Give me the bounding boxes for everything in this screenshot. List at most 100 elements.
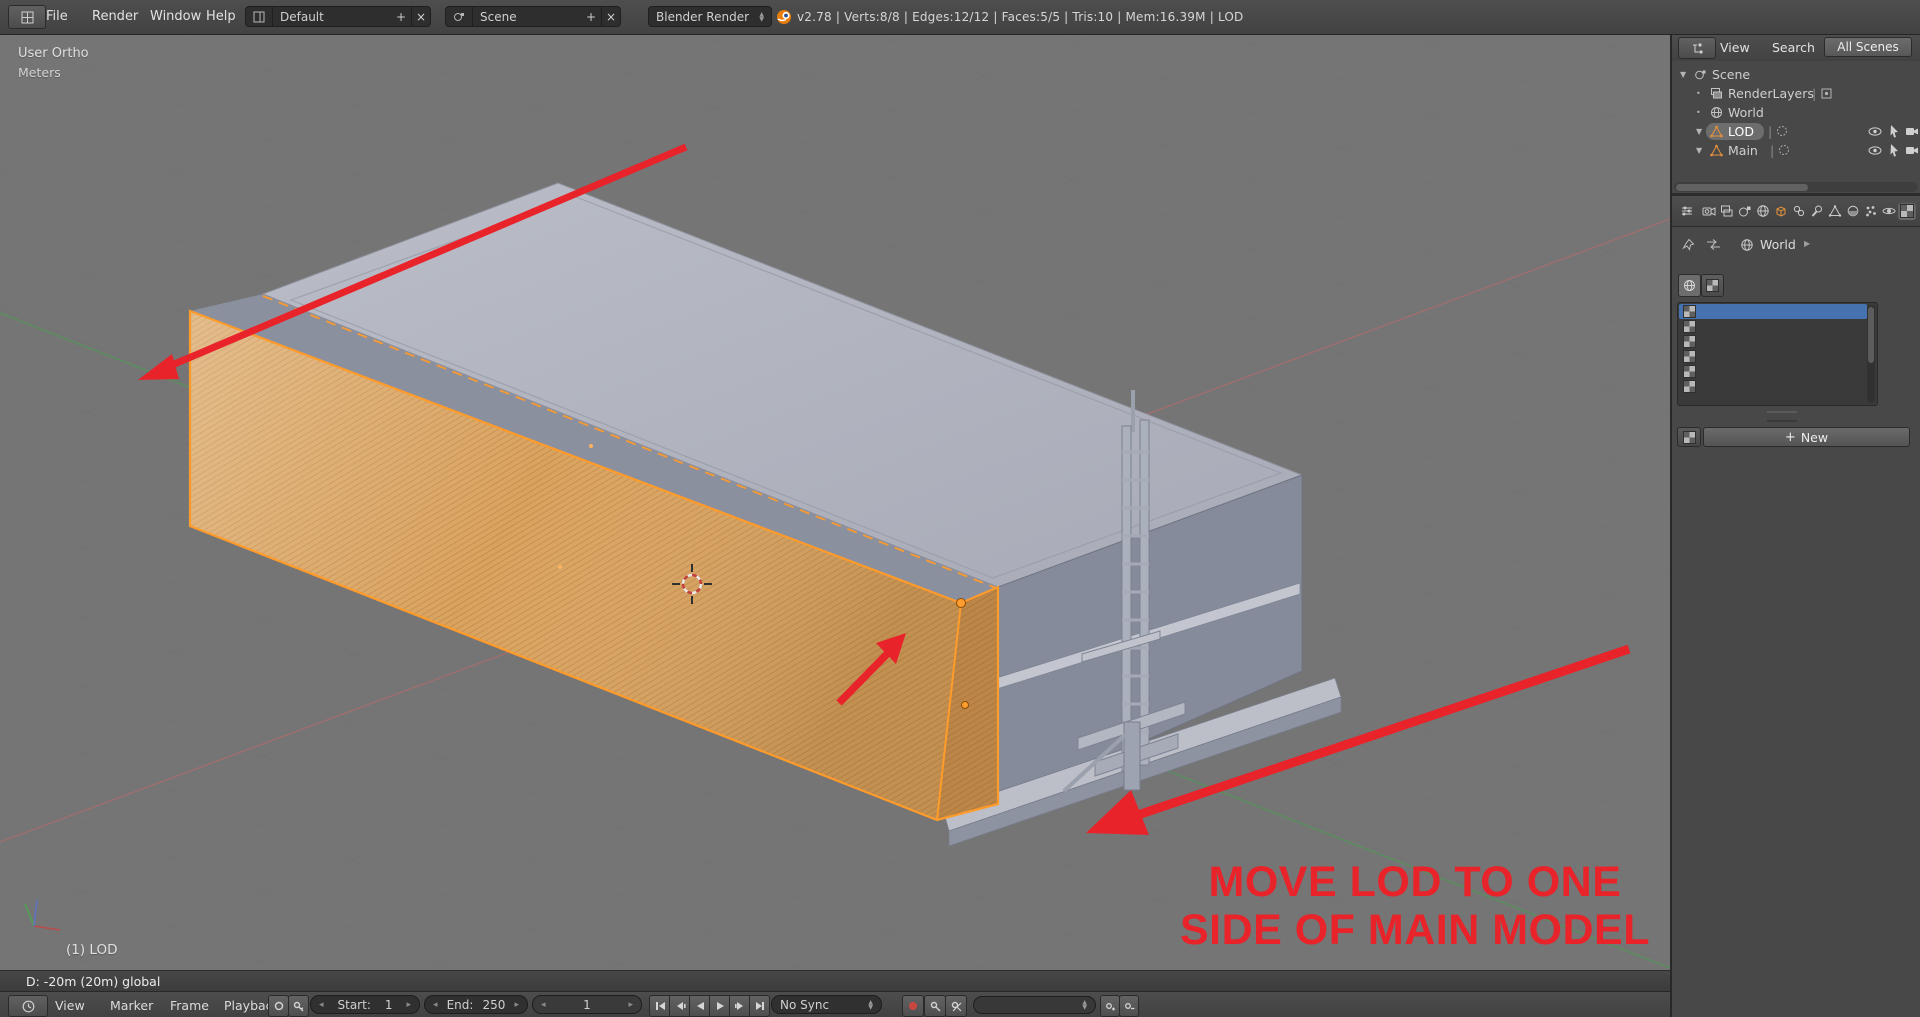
texture-slot-row[interactable] [1679,319,1867,334]
outliner-row-world[interactable]: • World [1672,103,1920,122]
outliner-menu-view[interactable]: View [1720,40,1750,55]
timeline-header: View Marker Frame Playback ◂ Start: 1 ▸ … [0,991,1670,1017]
viewport-canvas[interactable] [0,34,1670,970]
outliner-menu-search[interactable]: Search [1772,40,1815,55]
texture-slot-row-selected[interactable] [1679,304,1867,319]
tab-physics-icon[interactable] [1880,202,1898,220]
outliner-row-renderlayers[interactable]: • RenderLayers | [1672,84,1920,103]
tab-world-icon[interactable] [1754,202,1772,220]
object-origin-dot [956,598,966,608]
outliner-row-lod[interactable]: ▼ LOD | [1672,122,1920,141]
delete-keyframe-button[interactable] [945,995,967,1017]
blender-logo-icon [776,9,792,25]
frame-start-field[interactable]: ◂ Start: 1 ▸ [310,995,420,1014]
renderlayer-toggle-icon[interactable] [1820,87,1833,100]
jump-next-keyframe-button[interactable] [730,995,750,1017]
outliner-horizontal-scrollbar[interactable] [1674,182,1918,192]
tab-scene-icon[interactable] [1736,202,1754,220]
texture-slot-row[interactable] [1679,349,1867,364]
scrollbar-thumb[interactable] [1868,307,1874,363]
frame-end-field[interactable]: ◂ End: 250 ▸ [424,995,528,1014]
jump-to-end-button[interactable] [750,995,770,1017]
list-resize-grip[interactable] [1767,411,1797,422]
texture-slot-row[interactable] [1679,334,1867,349]
navigate-arrows-icon[interactable] [1706,238,1721,251]
scrollbar-thumb[interactable] [1676,183,1808,191]
outliner-row-main[interactable]: ▼ Main | [1672,141,1920,160]
layout-close-button[interactable]: × [411,6,431,27]
record-button[interactable] [902,995,924,1017]
renderability-camera-icon[interactable] [1905,144,1919,156]
visibility-eye-icon[interactable] [1868,125,1882,138]
outliner-row-scene[interactable]: ▼ Scene [1672,65,1920,84]
outliner-display-filter-dropdown[interactable]: All Scenes [1824,37,1912,57]
texture-list-scrollbar[interactable] [1867,305,1875,403]
tab-constraints-icon[interactable] [1790,202,1808,220]
screen-layout-icon [253,11,265,23]
tab-particles-icon[interactable] [1862,202,1880,220]
properties-editor-type-button[interactable] [1678,202,1696,220]
viewport-3d[interactable]: User Ortho Meters (1) LOD MOVE LOD TO ON… [0,34,1670,970]
texture-browse-button[interactable] [1677,427,1701,447]
timeline-menu-view[interactable]: View [55,998,85,1013]
menu-render[interactable]: Render [92,9,138,24]
auto-keyframe-button[interactable] [268,995,289,1017]
menu-file[interactable]: File [46,9,68,24]
keying-set-toggle-button[interactable] [288,995,309,1017]
outliner-tree: ▼ Scene • RenderLayers | • World ▼ LOD |… [1672,61,1920,182]
sync-mode-dropdown[interactable]: No Sync ▲ ▼ [771,995,882,1014]
play-button[interactable] [710,995,730,1017]
texture-context-world-tab[interactable] [1678,274,1701,297]
mesh-object-icon [1710,144,1723,157]
tab-object-data-icon[interactable] [1826,202,1844,220]
play-reverse-button[interactable] [690,995,710,1017]
frame-start-value: 1 [384,997,393,1012]
tab-object-icon[interactable] [1772,202,1790,220]
active-keying-set-field[interactable]: ▲ ▼ [973,996,1096,1014]
new-texture-button[interactable]: + New [1703,427,1910,447]
selectability-arrow-icon[interactable] [1888,124,1900,138]
texture-icon [1683,365,1696,378]
layout-name-field[interactable]: Default [273,6,391,27]
texture-slot-row[interactable] [1679,379,1867,394]
keying-set-add-button[interactable] [1100,995,1120,1017]
scene-name-field[interactable]: Scene [473,6,581,27]
visibility-eye-icon[interactable] [1868,144,1882,157]
disclosure-triangle-icon[interactable]: ▼ [1696,127,1702,136]
render-engine-dropdown[interactable]: Blender Render ▲ ▼ [648,6,772,27]
annotation-line-1: MOVE LOD TO ONE [1208,858,1622,906]
scene-close-button[interactable]: × [601,6,621,27]
disclosure-triangle-icon[interactable]: ▼ [1680,70,1686,79]
jump-to-start-button[interactable] [649,995,670,1017]
tab-render-layers-icon[interactable] [1718,202,1736,220]
texture-icon [1683,380,1696,393]
timeline-menu-marker[interactable]: Marker [110,998,153,1013]
tab-material-icon[interactable] [1844,202,1862,220]
keying-set-remove-button[interactable] [1119,995,1139,1017]
timeline-menu-frame[interactable]: Frame [170,998,209,1013]
editor-type-button[interactable] [8,5,46,29]
annotation-line-2: SIDE OF MAIN MODEL [1179,906,1650,954]
insert-keyframe-button[interactable] [924,995,946,1017]
current-frame-field[interactable]: ◂ 1 ▸ [532,995,642,1014]
scene-add-button[interactable]: + [581,6,601,27]
pin-icon[interactable] [1682,238,1695,251]
renderability-camera-icon[interactable] [1905,125,1919,137]
selectability-arrow-icon[interactable] [1888,143,1900,157]
tab-texture-icon[interactable] [1898,202,1916,220]
outliner-editor-type-button[interactable] [1678,37,1716,59]
record-dot-icon [274,1001,284,1011]
timeline-editor-type-button[interactable] [8,995,48,1017]
menu-help[interactable]: Help [206,9,236,24]
jump-prev-keyframe-button[interactable] [670,995,690,1017]
disclosure-triangle-icon[interactable]: ▼ [1696,146,1702,155]
layout-browse-button[interactable] [245,6,273,27]
texture-slot-row[interactable] [1679,364,1867,379]
decrement-arrow-icon: ◂ [433,999,438,1010]
menu-window[interactable]: Window [150,9,201,24]
texture-context-other-tab[interactable] [1701,274,1724,297]
layout-add-button[interactable]: + [391,6,411,27]
tab-modifiers-icon[interactable] [1808,202,1826,220]
scene-browse-button[interactable] [445,6,473,27]
tab-render-icon[interactable] [1700,202,1718,220]
